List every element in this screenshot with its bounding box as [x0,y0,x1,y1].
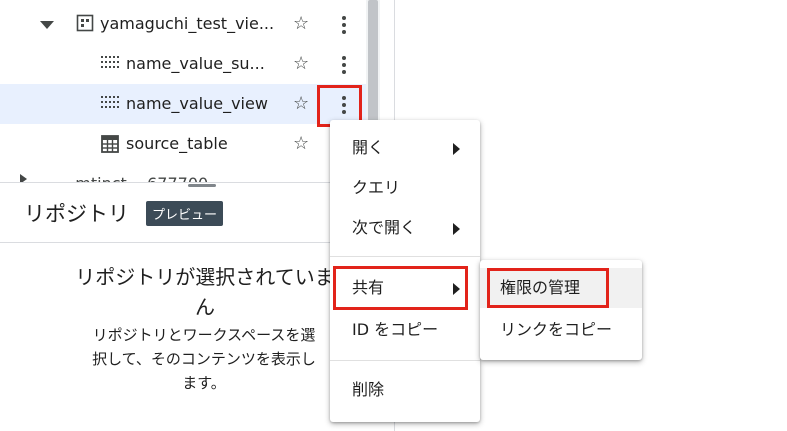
menu-item-label: 次で開く [352,218,417,237]
repository-title: リポジトリ [24,202,129,226]
tree-row-dataset[interactable]: yamaguchi_test_vie... ☆ [0,4,366,44]
menu-item-label: クエリ [352,178,401,197]
menu-item-query[interactable]: クエリ [330,168,480,208]
preview-badge: プレビュー [146,201,224,226]
menu-item-label: 削除 [352,380,385,399]
menu-item-open-with[interactable]: 次で開く [330,208,480,248]
resize-handle[interactable] [188,184,216,187]
dataset-icon [76,14,94,36]
menu-item-label: 開く [352,138,385,157]
submenu-arrow-icon [453,223,460,235]
tree-row-partial[interactable]: ...mtinct... 677700 [0,164,366,182]
star-icon[interactable]: ☆ [293,55,309,73]
menu-item-delete[interactable]: 削除 [330,370,480,410]
tree-row-table[interactable]: source_table ☆ [0,124,366,164]
table-icon [101,135,119,157]
tree-item-label: name_value_view [126,94,268,113]
view-icon [101,96,119,116]
section-divider [0,182,380,183]
star-icon[interactable]: ☆ [293,135,309,153]
submenu-arrow-icon [453,143,460,155]
explorer-panel: yamaguchi_test_vie... ☆ name_value_su...… [0,0,380,431]
tree-item-label: ...mtinct... 677700 [60,174,208,182]
menu-item-open[interactable]: 開く [330,128,480,168]
menu-separator [330,360,480,361]
more-options-icon[interactable] [342,56,346,74]
share-highlight-box [333,266,468,310]
empty-state-description: リポジトリとワークスペースを選 択して、そのコンテンツを表示し ます。 [92,326,316,392]
permissions-highlight-box [487,268,609,308]
tree-item-label: name_value_su... [126,54,265,73]
menu-item-label: ID をコピー [352,320,439,339]
star-icon[interactable]: ☆ [293,95,309,113]
more-options-icon[interactable] [342,16,346,34]
view-icon [101,56,119,76]
tree-item-label: source_table [126,134,228,153]
section-divider [0,242,380,243]
star-icon[interactable]: ☆ [293,15,309,33]
menu-item-label: リンクをコピー [500,320,613,339]
menu-item-copy-link[interactable]: リンクをコピー [480,310,642,350]
menu-separator [330,256,480,257]
caret-right-icon[interactable] [20,174,27,182]
tree-item-label: yamaguchi_test_vie... [100,14,275,33]
tree-row-view-selected[interactable]: name_value_view ☆ [0,84,366,124]
caret-down-icon[interactable] [40,21,54,29]
tree-row-view[interactable]: name_value_su... ☆ [0,44,366,84]
menu-item-copy-id[interactable]: ID をコピー [330,310,480,350]
